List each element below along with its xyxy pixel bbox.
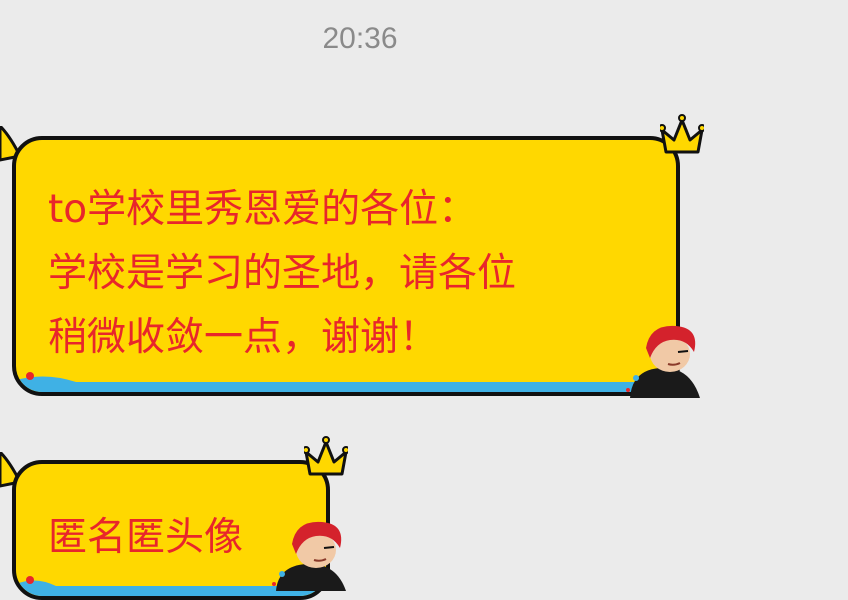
message-timestamp: 20:36 — [322, 22, 398, 55]
bubble-wave-decoration — [16, 372, 676, 392]
chat-bubble[interactable]: to学校里秀恩爱的各位： 学校是学习的圣地，请各位 稍微收敛一点，谢谢！ — [12, 136, 680, 396]
bubble-text-line-1: to学校里秀恩爱的各位： — [48, 187, 478, 232]
avatar-sticker-icon — [626, 325, 700, 398]
bubble-text-line-1: 匿名匿头像 — [48, 515, 244, 560]
crown-icon — [660, 114, 704, 154]
avatar-sticker-icon — [272, 521, 346, 591]
bubble-text-line-3: 稍微收敛一点，谢谢！ — [48, 315, 439, 360]
bubble-text-line-2: 学校是学习的圣地，请各位 — [48, 251, 517, 296]
crown-icon — [304, 436, 348, 476]
